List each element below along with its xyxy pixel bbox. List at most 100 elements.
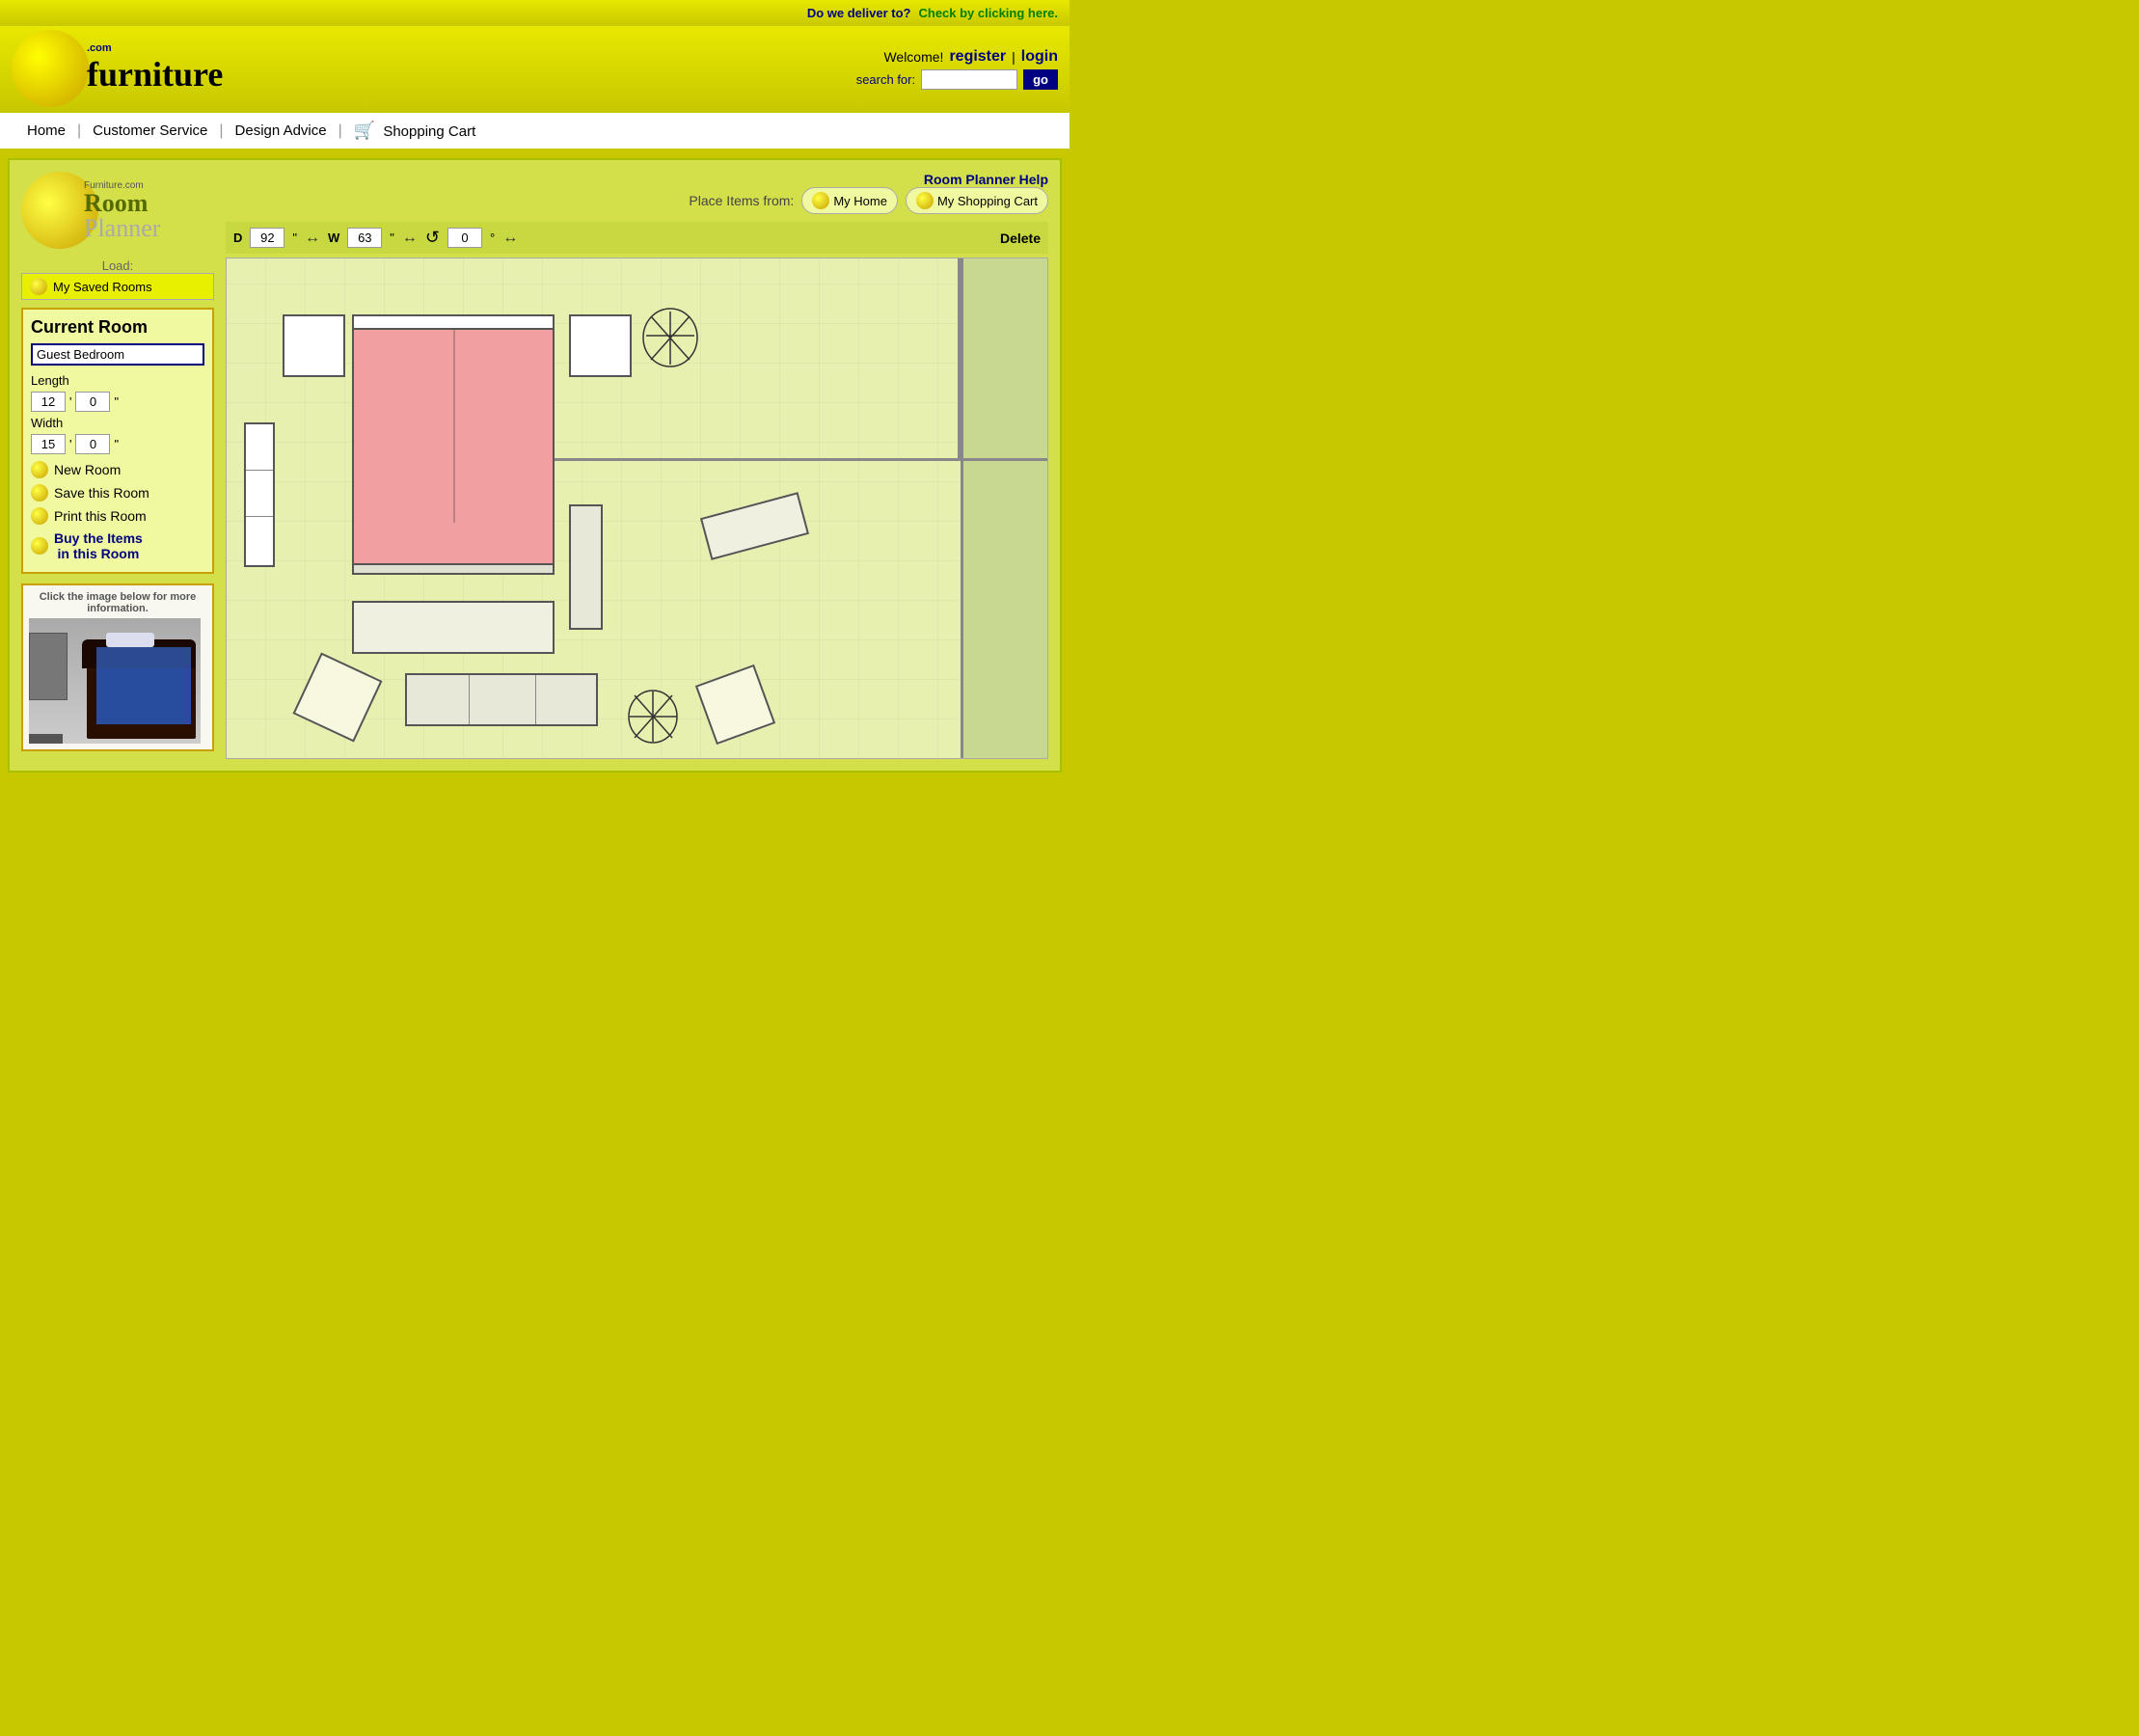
room-name-input[interactable]	[31, 343, 204, 366]
bed-headboard-view	[354, 316, 553, 330]
delivery-link[interactable]: Check by clicking here.	[918, 6, 1058, 20]
buy-items-button[interactable]: Buy the Itemsin this Room	[31, 528, 204, 564]
room-wall-mid	[469, 458, 1047, 461]
logo: .com furniture	[12, 30, 230, 107]
place-items-label: Place Items from:	[689, 193, 794, 208]
load-section: Load: My Saved Rooms	[21, 258, 214, 300]
header-right: Welcome! register | login search for: go	[856, 48, 1058, 90]
buy-items-label: Buy the Itemsin this Room	[54, 530, 143, 561]
planner-header: Room Planner Help Place Items from: My H…	[226, 172, 1048, 214]
length-in-input[interactable]	[75, 392, 110, 412]
navigation: Home | Customer Service | Design Advice …	[0, 111, 1070, 150]
auth-separator: |	[1012, 49, 1015, 65]
save-room-dot-icon	[31, 484, 48, 502]
bed-top-view[interactable]	[352, 314, 555, 575]
bed-center-divider	[453, 330, 455, 523]
nav-design-advice[interactable]: Design Advice	[224, 122, 338, 139]
logo-com: .com	[87, 42, 223, 54]
room-planner-logo: Furniture.com Room Planner	[21, 172, 214, 249]
main-content: Furniture.com Room Planner Load: My Save…	[8, 158, 1062, 773]
nightstand-right[interactable]	[569, 314, 632, 377]
logo-rp-room: Room	[84, 191, 160, 216]
bottom-bar	[0, 780, 1070, 809]
new-room-label: New Room	[54, 462, 121, 477]
save-room-button[interactable]: Save this Room	[31, 481, 204, 504]
new-room-button[interactable]: New Room	[31, 458, 204, 481]
place-items-row: Place Items from: My Home My Shopping Ca…	[689, 187, 1048, 214]
current-room-title: Current Room	[31, 317, 204, 338]
room-wall-top-right	[958, 258, 961, 461]
room-alcove	[961, 258, 1047, 758]
right-dresser[interactable]	[569, 504, 603, 630]
bottom-dresser[interactable]	[405, 673, 598, 726]
depth-label: D	[233, 231, 242, 245]
delivery-question: Do we deliver to?	[807, 6, 911, 20]
bed-footboard-view	[354, 563, 553, 573]
left-dresser[interactable]	[244, 422, 275, 567]
nightstand-left[interactable]	[283, 314, 345, 377]
my-shopping-cart-button[interactable]: My Shopping Cart	[906, 187, 1048, 214]
login-link[interactable]: login	[1021, 48, 1058, 66]
width-unit: "	[114, 437, 119, 451]
search-input[interactable]	[921, 69, 1017, 90]
logo-circle	[12, 30, 89, 107]
nav-customer-service[interactable]: Customer Service	[81, 122, 219, 139]
left-panel: Furniture.com Room Planner Load: My Save…	[21, 172, 214, 759]
info-label: Click the image below for more informati…	[29, 591, 206, 614]
length-row: Length	[31, 373, 204, 388]
print-room-dot-icon	[31, 507, 48, 525]
info-panel: Click the image below for more informati…	[21, 583, 214, 751]
width-arrow-icon: ↔	[402, 230, 418, 247]
ottoman[interactable]	[352, 601, 555, 654]
width-unit-toolbar: "	[390, 231, 394, 245]
length-ft-input[interactable]	[31, 392, 66, 412]
my-home-dot-icon	[812, 192, 829, 209]
width-row: Width	[31, 416, 204, 430]
load-dot-icon	[30, 278, 47, 295]
nav-shopping-cart[interactable]: 🛒 Shopping Cart	[342, 121, 488, 141]
width-label: Width	[31, 416, 74, 430]
load-btn-label: My Saved Rooms	[53, 280, 152, 294]
register-link[interactable]: register	[949, 48, 1006, 66]
auth-row: Welcome! register | login	[856, 48, 1058, 66]
width-ft-input[interactable]	[31, 434, 66, 454]
my-cart-label: My Shopping Cart	[937, 194, 1038, 208]
width-in-input[interactable]	[75, 434, 110, 454]
print-room-button[interactable]: Print this Room	[31, 504, 204, 528]
plant-bottom-center[interactable]	[627, 688, 680, 746]
my-home-label: My Home	[833, 194, 887, 208]
length-inputs: ' "	[31, 392, 204, 412]
right-panel: Room Planner Help Place Items from: My H…	[226, 172, 1048, 759]
width-input-toolbar[interactable]	[347, 228, 382, 248]
room-planner-help-link[interactable]: Room Planner Help	[689, 172, 1048, 187]
logo-rp-planner: Planner	[84, 216, 160, 241]
plant-top-right-icon	[641, 307, 699, 369]
load-saved-rooms-button[interactable]: My Saved Rooms	[21, 273, 214, 300]
delete-button[interactable]: Delete	[1000, 231, 1041, 246]
logo-text: .com furniture	[79, 39, 230, 98]
current-room-box: Current Room Length ' " Width ' "	[21, 308, 214, 574]
my-home-button[interactable]: My Home	[801, 187, 898, 214]
new-room-dot-icon	[31, 461, 48, 478]
rotate-input[interactable]	[447, 228, 482, 248]
furniture-preview-image[interactable]	[29, 618, 201, 744]
logo-text-rp: Furniture.com Room Planner	[84, 180, 160, 241]
length-unit: "	[114, 394, 119, 409]
room-canvas[interactable]	[226, 258, 1048, 759]
go-button[interactable]: go	[1023, 69, 1058, 90]
plant-bottom-center-icon	[627, 688, 680, 746]
depth-unit: "	[292, 231, 297, 245]
my-cart-dot-icon	[916, 192, 934, 209]
search-row: search for: go	[856, 69, 1058, 90]
rotate-unit: °	[490, 231, 495, 245]
width-inputs: ' "	[31, 434, 204, 454]
rotate-icon: ↺	[425, 228, 440, 248]
toolbar: D " ↔ W " ↔ ↺ ° ↔ Delete	[226, 222, 1048, 254]
buy-items-dot-icon	[31, 537, 48, 555]
save-room-label: Save this Room	[54, 485, 149, 501]
depth-input[interactable]	[250, 228, 284, 248]
nav-home[interactable]: Home	[15, 122, 77, 139]
header: .com furniture Welcome! register | login…	[0, 26, 1070, 111]
room-actions: New Room Save this Room Print this Room …	[31, 458, 204, 564]
plant-top-right[interactable]	[641, 307, 699, 369]
